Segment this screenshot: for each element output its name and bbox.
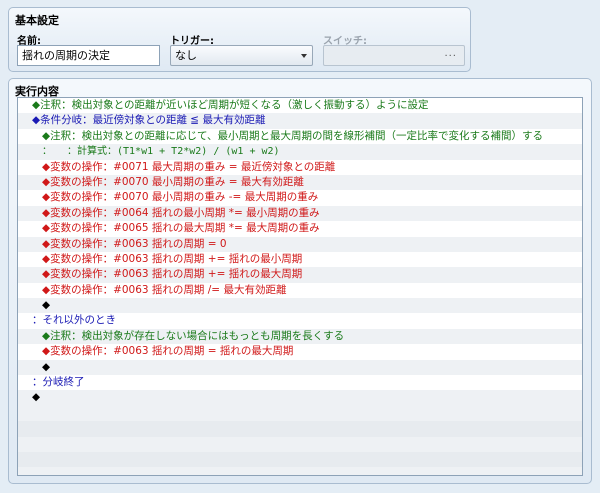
command-row[interactable]: ◆変数の操作：#0063 揺れの周期 += 揺れの最小周期 xyxy=(18,251,582,268)
command-row[interactable]: ◆ xyxy=(18,390,582,406)
chevron-down-icon xyxy=(301,54,307,58)
empty-row[interactable] xyxy=(18,451,582,468)
trigger-select[interactable]: なし xyxy=(170,45,313,66)
command-row[interactable]: ◆注釈：検出対象との距離に応じて、最小周期と最大周期の間を線形補間（一定比率で変… xyxy=(18,128,582,145)
command-row[interactable]: ◆変数の操作：#0063 揺れの周期 = 揺れの最大周期 xyxy=(18,344,582,360)
command-row[interactable]: ◆ xyxy=(18,298,582,314)
basic-settings-title: 基本設定 xyxy=(15,14,59,27)
name-input[interactable]: 揺れの周期の決定 xyxy=(17,45,160,66)
empty-row[interactable] xyxy=(18,421,582,437)
ellipsis-icon: ... xyxy=(444,48,457,59)
command-row[interactable]: ◆ xyxy=(18,359,582,376)
command-row[interactable]: ◆変数の操作：#0063 揺れの周期 /= 最大有効距離 xyxy=(18,282,582,299)
command-row[interactable]: ◆変数の操作：#0063 揺れの周期 += 揺れの最大周期 xyxy=(18,267,582,283)
command-row[interactable]: ◆変数の操作：#0063 揺れの周期 = 0 xyxy=(18,236,582,252)
command-row[interactable]: ◆変数の操作：#0070 最小周期の重み -= 最大周期の重み xyxy=(18,190,582,206)
command-row[interactable]: ◆条件分岐：最近傍対象との距離 ≦ 最大有効距離 xyxy=(18,113,582,129)
command-row[interactable]: ： ：計算式：(T1*w1 + T2*w2) / (w1 + w2) xyxy=(18,144,582,160)
command-list[interactable]: ◆注釈：検出対象との距離が近いほど周期が短くなる（激しく振動する）ように設定 ◆条… xyxy=(17,97,583,476)
command-row[interactable]: ◆注釈：検出対象が存在しない場合にはもっとも周期を長くする xyxy=(18,328,582,345)
command-row[interactable]: ◆変数の操作：#0064 揺れの最小周期 *= 最小周期の重み xyxy=(18,205,582,222)
command-row[interactable]: ◆変数の操作：#0065 揺れの最大周期 *= 最大周期の重み xyxy=(18,221,582,237)
command-row[interactable]: ◆注釈：検出対象との距離が近いほど周期が短くなる（激しく振動する）ように設定 xyxy=(18,98,582,114)
empty-row[interactable] xyxy=(18,436,582,452)
empty-row[interactable] xyxy=(18,467,582,475)
trigger-value: なし xyxy=(175,49,197,62)
command-row[interactable]: ◆変数の操作：#0070 最小周期の重み = 最大有効距離 xyxy=(18,174,582,191)
empty-row[interactable] xyxy=(18,405,582,422)
switch-selector[interactable]: ... xyxy=(323,45,465,66)
command-row[interactable]: ：それ以外のとき xyxy=(18,313,582,329)
command-row[interactable]: ：分岐終了 xyxy=(18,375,582,391)
command-row[interactable]: ◆変数の操作：#0071 最大周期の重み = 最近傍対象との距離 xyxy=(18,159,582,175)
